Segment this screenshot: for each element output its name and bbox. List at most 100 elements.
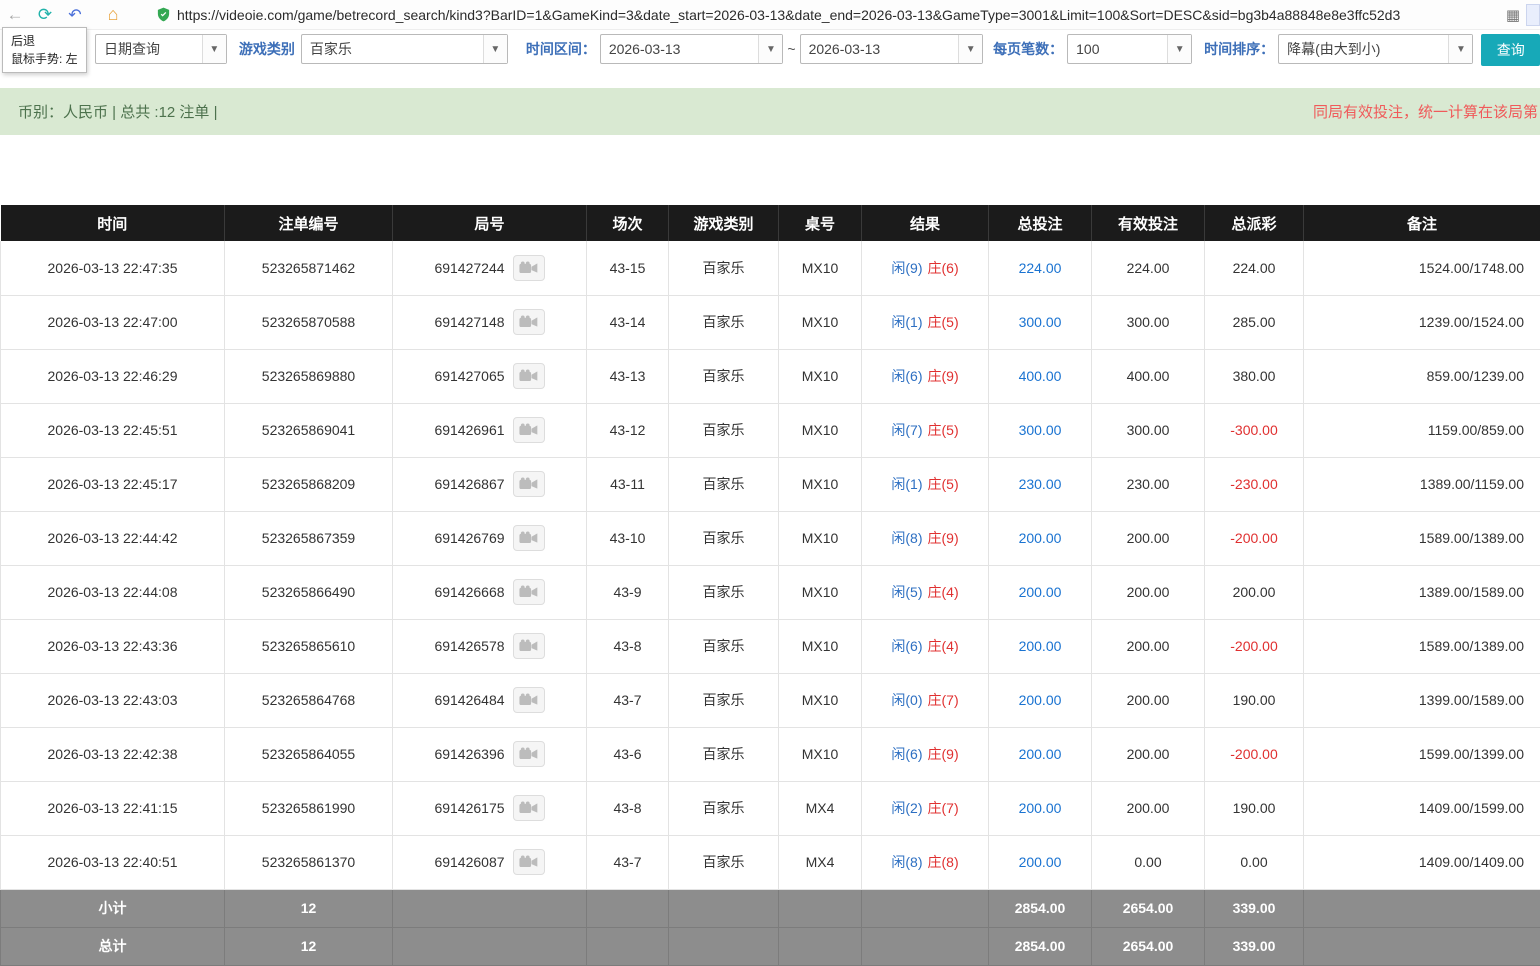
- total-label: 总计: [1, 927, 225, 965]
- video-replay-icon[interactable]: [513, 633, 545, 659]
- banker-result: 庄(5): [928, 422, 959, 438]
- player-result: 闲(8): [891, 530, 922, 546]
- subtotal-valid-bet: 2654.00: [1092, 889, 1205, 927]
- cell-total-bet[interactable]: 200.00: [989, 565, 1092, 619]
- range-tilde: ~: [783, 34, 799, 64]
- video-replay-icon[interactable]: [513, 363, 545, 389]
- video-replay-icon[interactable]: [513, 579, 545, 605]
- cell-total-bet[interactable]: 400.00: [989, 349, 1092, 403]
- per-page-select[interactable]: 100 ▼: [1067, 34, 1192, 64]
- cell-round: 691426867: [393, 457, 587, 511]
- date-end-input[interactable]: 2026-03-13 ▼: [800, 34, 984, 64]
- round-id-text: 691426961: [434, 422, 504, 438]
- cell-total-bet[interactable]: 300.00: [989, 295, 1092, 349]
- player-result: 闲(0): [891, 692, 922, 708]
- cell-total-bet[interactable]: 200.00: [989, 673, 1092, 727]
- subtotal-row: 小计 12 2854.00 2654.00 339.00: [1, 889, 1540, 927]
- cell-round: 691427065: [393, 349, 587, 403]
- back-icon[interactable]: ←: [0, 5, 30, 25]
- cell-valid-bet: 200.00: [1092, 619, 1205, 673]
- date-query-select[interactable]: 日期查询 ▼: [95, 34, 227, 64]
- home-icon[interactable]: ⌂: [98, 4, 128, 25]
- cell-result: 闲(9)庄(6): [862, 241, 989, 295]
- valid-bet-notice-text: 同局有效投注，统一计算在该局第: [1313, 101, 1538, 122]
- cell-payout: 0.00: [1205, 835, 1304, 889]
- cell-bet-id: 523265865610: [225, 619, 393, 673]
- cell-time: 2026-03-13 22:44:08: [1, 565, 225, 619]
- apps-grid-icon[interactable]: ▦: [1500, 6, 1526, 24]
- cell-session: 43-10: [587, 511, 669, 565]
- video-replay-icon[interactable]: [513, 687, 545, 713]
- cell-time: 2026-03-13 22:46:29: [1, 349, 225, 403]
- cell-session: 43-8: [587, 619, 669, 673]
- cell-result: 闲(6) 庄(4): [862, 619, 989, 673]
- url-bar[interactable]: https://videoie.com/game/betrecord_searc…: [156, 3, 1490, 27]
- cell-result: 闲(6)庄(9): [862, 349, 989, 403]
- game-type-select[interactable]: 百家乐 ▼: [301, 34, 508, 64]
- player-result: 闲(2): [891, 800, 922, 816]
- video-replay-icon[interactable]: [513, 309, 545, 335]
- player-result: 闲(5): [891, 584, 922, 600]
- cell-round: 691426668: [393, 565, 587, 619]
- round-id-text: 691426578: [434, 638, 504, 654]
- mouse-gesture-tooltip: 后退 鼠标手势: 左: [2, 27, 87, 73]
- round-id-text: 691427065: [434, 368, 504, 384]
- banker-result: 庄(5): [928, 476, 959, 492]
- player-result: 闲(6): [891, 638, 922, 654]
- cell-game-type: 百家乐: [669, 619, 779, 673]
- cell-table-no: MX10: [779, 565, 862, 619]
- banker-result: 庄(9): [928, 530, 959, 546]
- video-replay-icon[interactable]: [513, 849, 545, 875]
- cell-time: 2026-03-13 22:43:03: [1, 673, 225, 727]
- cell-total-bet[interactable]: 200.00: [989, 727, 1092, 781]
- video-replay-icon[interactable]: [513, 741, 545, 767]
- cell-session: 43-8: [587, 781, 669, 835]
- cell-total-bet[interactable]: 200.00: [989, 835, 1092, 889]
- cell-total-bet[interactable]: 230.00: [989, 457, 1092, 511]
- cell-valid-bet: 200.00: [1092, 565, 1205, 619]
- table-header: 时间 注单编号 局号 场次 游戏类别 桌号 结果 总投注 有效投注 总派彩 备注: [1, 205, 1540, 241]
- per-page-label: 每页笔数：: [993, 34, 1063, 64]
- header-game-type: 游戏类别: [669, 205, 779, 241]
- cell-total-bet[interactable]: 300.00: [989, 403, 1092, 457]
- cell-bet-id: 523265868209: [225, 457, 393, 511]
- video-replay-icon[interactable]: [513, 417, 545, 443]
- player-result: 闲(1): [891, 314, 922, 330]
- date-start-input[interactable]: 2026-03-13 ▼: [600, 34, 784, 64]
- cell-total-bet[interactable]: 200.00: [989, 781, 1092, 835]
- currency-summary-text: 币别：人民币 | 总共 :12 注单 |: [18, 101, 217, 122]
- cell-time: 2026-03-13 22:41:15: [1, 781, 225, 835]
- cell-bet-id: 523265861990: [225, 781, 393, 835]
- banker-result: 庄(4): [928, 584, 959, 600]
- video-replay-icon[interactable]: [513, 471, 545, 497]
- cell-game-type: 百家乐: [669, 295, 779, 349]
- cell-table-no: MX4: [779, 781, 862, 835]
- video-replay-icon[interactable]: [513, 255, 545, 281]
- cell-bet-id: 523265861370: [225, 835, 393, 889]
- video-replay-icon[interactable]: [513, 525, 545, 551]
- cell-payout: -300.00: [1205, 403, 1304, 457]
- reload-icon[interactable]: ⟳: [30, 5, 60, 25]
- cell-table-no: MX10: [779, 727, 862, 781]
- banker-result: 庄(7): [928, 800, 959, 816]
- banker-result: 庄(4): [928, 638, 959, 654]
- cell-total-bet[interactable]: 224.00: [989, 241, 1092, 295]
- cell-payout: 380.00: [1205, 349, 1304, 403]
- total-valid-bet: 2654.00: [1092, 927, 1205, 965]
- cell-game-type: 百家乐: [669, 349, 779, 403]
- cell-time: 2026-03-13 22:45:17: [1, 457, 225, 511]
- cell-payout: 190.00: [1205, 673, 1304, 727]
- cell-total-bet[interactable]: 200.00: [989, 619, 1092, 673]
- undo-icon[interactable]: ↶: [60, 5, 90, 25]
- cell-total-bet[interactable]: 200.00: [989, 511, 1092, 565]
- cell-valid-bet: 200.00: [1092, 781, 1205, 835]
- search-button[interactable]: 查询: [1481, 34, 1540, 66]
- cell-time: 2026-03-13 22:42:38: [1, 727, 225, 781]
- cell-remark: 1399.00/1589.00: [1304, 673, 1540, 727]
- cell-session: 43-14: [587, 295, 669, 349]
- video-replay-icon[interactable]: [513, 795, 545, 821]
- cell-table-no: MX10: [779, 673, 862, 727]
- sort-select[interactable]: 降幕(由大到小) ▼: [1278, 34, 1473, 64]
- cell-valid-bet: 200.00: [1092, 673, 1205, 727]
- header-result: 结果: [862, 205, 989, 241]
